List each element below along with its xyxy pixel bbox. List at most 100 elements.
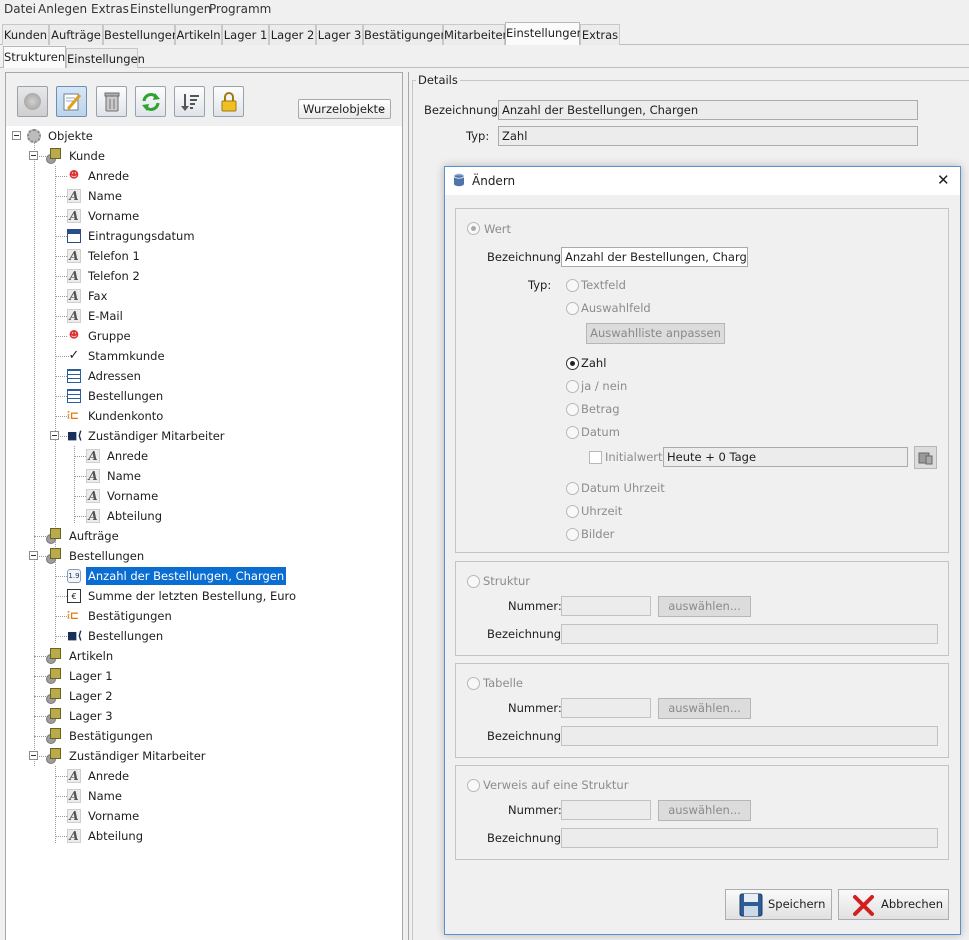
- collapse-toggle[interactable]: [50, 431, 59, 440]
- tree-node-label: Kunde: [69, 149, 105, 163]
- text-icon: A: [86, 509, 100, 523]
- initialwert-checkbox[interactable]: [589, 451, 602, 464]
- collapse-toggle[interactable]: [29, 151, 38, 160]
- text-icon: A: [67, 289, 81, 303]
- wert-bezeichnung-label: Bezeichnung:: [487, 250, 565, 264]
- tree-node-label: Gruppe: [88, 329, 131, 343]
- type-datum-uhrzeit-radio[interactable]: [566, 482, 579, 495]
- edit-button[interactable]: [56, 86, 87, 117]
- tree-node-label: Anrede: [107, 449, 149, 463]
- subtab-einstellungen[interactable]: Einstellungen: [66, 48, 145, 68]
- wert-bezeichnung-input[interactable]: Anzahl der Bestellungen, Chargen: [561, 247, 748, 267]
- struktur-nummer-field: [561, 596, 651, 616]
- tree-node-label: Name: [88, 789, 122, 803]
- tab-kunden[interactable]: Kunden: [2, 24, 49, 45]
- sort-icon: [180, 93, 199, 111]
- tabelle-bezeichnung-label: Bezeichnung:: [487, 729, 565, 743]
- tab-auftraege[interactable]: Aufträge: [49, 24, 103, 45]
- tabelle-radio[interactable]: [467, 677, 480, 690]
- verweis-nummer-label: Nummer:: [508, 803, 562, 817]
- collapse-toggle[interactable]: [29, 551, 38, 560]
- tree-node-label: Stammkunde: [88, 349, 165, 363]
- type-zahl-label: Zahl: [581, 356, 607, 370]
- folder-icon: [46, 707, 64, 725]
- struktur-radio[interactable]: [467, 575, 480, 588]
- close-icon[interactable]: ✕: [937, 170, 950, 190]
- tree-node-label: Artikeln: [69, 649, 114, 663]
- initialwert-picker-button[interactable]: [914, 446, 937, 469]
- tab-lager-1[interactable]: Lager 1: [222, 24, 269, 45]
- type-datum-uhrzeit-label: Datum Uhrzeit: [581, 481, 665, 495]
- calendar-icon: [67, 229, 81, 243]
- tree-node-label: Bestellungen: [88, 389, 164, 403]
- type-janein-label: ja / nein: [581, 379, 628, 393]
- sort-button[interactable]: [174, 86, 205, 117]
- save-button[interactable]: Speichern: [725, 889, 832, 920]
- branch-icon: ⫶⊏: [67, 609, 79, 622]
- tab-bestaetigungen[interactable]: Bestätigungen: [363, 24, 448, 45]
- subtab-strukturen[interactable]: Strukturen: [3, 46, 66, 68]
- type-janein-radio[interactable]: [566, 380, 579, 393]
- tabelle-nummer-field: [561, 698, 651, 718]
- verweis-radio[interactable]: [467, 779, 480, 792]
- cancel-button[interactable]: Abbrechen: [838, 889, 949, 920]
- delete-button[interactable]: [96, 86, 127, 117]
- folder-icon: [46, 687, 64, 705]
- details-bezeichnung-field: Anzahl der Bestellungen, Chargen: [498, 100, 918, 120]
- edit-icon: [63, 93, 81, 110]
- tab-bestellungen[interactable]: Bestellungen: [103, 24, 179, 45]
- type-datum-radio[interactable]: [566, 426, 579, 439]
- folder-icon: [46, 727, 64, 745]
- type-betrag-radio[interactable]: [566, 403, 579, 416]
- tree-node-label: Bestellungen: [88, 629, 164, 643]
- dialog-title: Ändern: [472, 174, 516, 188]
- folder-icon: [46, 667, 64, 685]
- lock-button[interactable]: [213, 86, 244, 117]
- tab-einstellungen[interactable]: Einstellungen: [505, 22, 584, 45]
- tabelle-choose-button[interactable]: auswählen...: [658, 698, 751, 719]
- menu-anlegen[interactable]: Anlegen: [38, 2, 87, 16]
- text-icon: A: [67, 249, 81, 263]
- struktur-choose-button[interactable]: auswählen...: [658, 596, 751, 617]
- verweis-bezeichnung-label: Bezeichnung:: [487, 831, 565, 845]
- type-textfeld-radio[interactable]: [566, 279, 579, 292]
- type-textfeld-label: Textfeld: [581, 278, 626, 292]
- save-button-label: Speichern: [768, 897, 826, 911]
- type-zahl-radio[interactable]: [566, 357, 579, 370]
- refresh-button[interactable]: [135, 86, 166, 117]
- details-title: Details: [416, 71, 460, 89]
- new-button[interactable]: [17, 86, 48, 117]
- type-bilder-radio[interactable]: [566, 528, 579, 541]
- floppy-disk-icon: [739, 893, 763, 917]
- menu-einstellungen[interactable]: Einstellungen: [130, 2, 211, 16]
- type-auswahlfeld-radio[interactable]: [566, 302, 579, 315]
- tabelle-radio-label: Tabelle: [483, 676, 524, 690]
- dialog-title-bar: Ändern ✕: [445, 167, 960, 195]
- menu-programm[interactable]: Programm: [209, 2, 271, 16]
- menu-extras[interactable]: Extras: [91, 2, 129, 16]
- tree-node-label: Abteilung: [107, 509, 163, 523]
- menu-datei[interactable]: Datei: [4, 2, 36, 16]
- number-icon: 1.9: [67, 569, 81, 583]
- tab-mitarbeiter[interactable]: Mitarbeiter: [443, 24, 507, 45]
- auswahlliste-button[interactable]: Auswahlliste anpassen: [586, 323, 725, 344]
- tab-extras[interactable]: Extras: [580, 24, 620, 45]
- text-icon: A: [67, 309, 81, 323]
- tree-guide-line: [55, 566, 56, 643]
- text-icon: A: [86, 469, 100, 483]
- wert-radio[interactable]: [467, 222, 480, 235]
- branch-icon: ⫶⊏: [67, 409, 79, 422]
- verweis-nummer-field: [561, 800, 651, 820]
- collapse-toggle[interactable]: [29, 751, 38, 760]
- root-objects-combo[interactable]: Wurzelobjekte ⌄: [298, 99, 391, 119]
- tab-lager-2[interactable]: Lager 2: [269, 24, 316, 45]
- tab-artikeln[interactable]: Artikeln: [175, 24, 222, 45]
- collapse-toggle[interactable]: [12, 131, 21, 140]
- verweis-choose-button[interactable]: auswählen...: [658, 800, 751, 821]
- gear-icon: [27, 129, 41, 143]
- initialwert-field[interactable]: Heute + 0 Tage: [663, 447, 908, 467]
- type-uhrzeit-radio[interactable]: [566, 505, 579, 518]
- cancel-x-icon: [853, 895, 874, 916]
- chevron-down-icon: ⌄: [377, 103, 386, 114]
- tab-lager-3[interactable]: Lager 3: [316, 24, 363, 45]
